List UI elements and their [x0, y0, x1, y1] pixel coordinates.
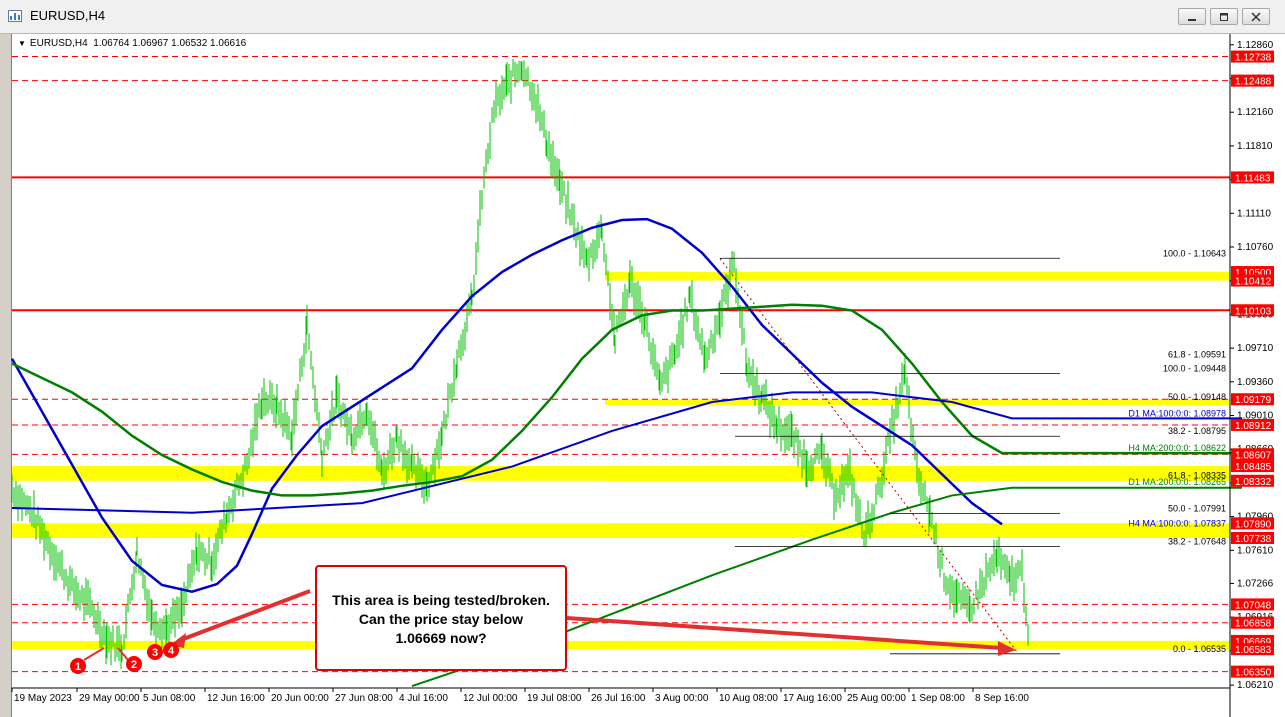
time-axis-label: 10 Aug 08:00	[719, 693, 778, 704]
marker-2-label: 2	[131, 659, 137, 671]
price-tag-label: 1.07048	[1235, 600, 1272, 611]
time-axis-label: 29 May 00:00	[79, 693, 140, 704]
price-tag-label: 1.10412	[1235, 277, 1272, 288]
time-axis-label: 20 Jun 00:00	[271, 693, 329, 704]
price-tag-label: 1.11483	[1235, 173, 1271, 184]
time-axis-label: 4 Jul 16:00	[399, 693, 448, 704]
price-tag-label: 1.12738	[1235, 53, 1272, 64]
support-resistance-zone	[12, 641, 1230, 649]
price-tag-label: 1.09179	[1235, 395, 1272, 406]
price-axis-label: 1.09360	[1237, 377, 1274, 388]
level-label: H4 MA:200:0:0: 1.08622	[1128, 443, 1226, 453]
price-axis-label: 1.07266	[1237, 578, 1274, 589]
level-label: 50.0 - 1.09148	[1168, 392, 1226, 402]
price-axis-label: 1.10760	[1237, 242, 1274, 253]
time-axis-label: 8 Sep 16:00	[975, 693, 1029, 704]
price-axis-label: 1.12160	[1237, 107, 1274, 118]
level-label: 100.0 - 1.10643	[1163, 248, 1226, 258]
callout-line-3: 1.06669 now?	[317, 629, 565, 648]
level-label: 50.0 - 1.07991	[1168, 504, 1226, 514]
marker-arrow	[84, 648, 104, 660]
support-resistance-zone	[12, 523, 1230, 538]
callout-line-1: This area is being tested/broken.	[317, 591, 565, 610]
price-chart: 100.0 - 1.10643 61.8 - 1.09591 100.0 - 1.0…	[0, 0, 1285, 717]
price-axis-label: 1.06210	[1237, 680, 1274, 691]
level-label: 38.2 - 1.07648	[1168, 537, 1226, 547]
price-axis-label: 1.12860	[1237, 40, 1274, 51]
price-tag-label: 1.06858	[1235, 619, 1272, 630]
marker-4-label: 4	[168, 645, 175, 657]
symbol-ohlc: EURUSD,H4 1.06764 1.06967 1.06532 1.0661…	[30, 38, 246, 49]
price-axis-label: 1.09710	[1237, 343, 1274, 354]
time-axis-label: 26 Jul 16:00	[591, 693, 646, 704]
support-resistance-zone	[605, 272, 1230, 280]
price-tag-label: 1.08607	[1235, 450, 1272, 461]
symbol-info: ▼ EURUSD,H4 1.06764 1.06967 1.06532 1.066…	[18, 38, 246, 49]
level-label: H4 MA:100:0:0: 1.07837	[1128, 518, 1226, 528]
level-label: D1 MA:200:0:0: 1.08265	[1128, 477, 1226, 487]
level-label: D1 MA:100:0:0: 1.08978	[1128, 409, 1226, 419]
price-tag-label: 1.08912	[1235, 421, 1272, 432]
price-tag-label: 1.10103	[1235, 306, 1272, 317]
time-axis-label: 1 Sep 08:00	[911, 693, 965, 704]
price-tag-label: 1.08485	[1235, 462, 1272, 473]
time-axis-label: 12 Jul 00:00	[463, 693, 518, 704]
price-tag-label: 1.06583	[1235, 645, 1272, 656]
marker-1-label: 1	[75, 661, 81, 673]
time-axis-label: 27 Jun 08:00	[335, 693, 393, 704]
price-tag-label: 1.08332	[1235, 477, 1272, 488]
price-tag-label: 1.06350	[1235, 668, 1272, 679]
time-axis-label: 19 May 2023	[14, 693, 72, 704]
level-label: 100.0 - 1.09448	[1163, 363, 1226, 373]
price-axis-label: 1.11110	[1237, 208, 1271, 219]
arrow-to-lows	[178, 591, 310, 641]
time-axis-label: 12 Jun 16:00	[207, 693, 265, 704]
callout-line-2: Can the price stay below	[317, 610, 565, 629]
marker-3-label: 3	[152, 647, 158, 659]
price-tag-label: 1.07890	[1235, 519, 1272, 530]
collapse-triangle-icon[interactable]: ▼	[18, 39, 26, 48]
support-resistance-zone	[605, 399, 1230, 405]
annotation-callout: This area is being tested/broken. Can th…	[315, 565, 567, 671]
fibonacci-trendline	[720, 259, 1018, 654]
level-label: 61.8 - 1.09591	[1168, 350, 1226, 360]
price-tag-label: 1.12488	[1235, 77, 1272, 88]
time-axis-label: 5 Jun 08:00	[143, 693, 196, 704]
time-axis-label: 19 Jul 08:00	[527, 693, 582, 704]
price-axis-label: 1.11810	[1237, 141, 1273, 152]
time-axis-label: 25 Aug 00:00	[847, 693, 906, 704]
price-axis-label: 1.07610	[1237, 545, 1274, 556]
price-tag-label: 1.07738	[1235, 534, 1272, 545]
support-resistance-zone	[12, 466, 1230, 481]
level-label: 38.2 - 1.08795	[1168, 426, 1226, 436]
time-axis-label: 3 Aug 00:00	[655, 693, 709, 704]
time-axis-label: 17 Aug 16:00	[783, 693, 842, 704]
level-label: 0.0 - 1.06535	[1173, 644, 1226, 654]
